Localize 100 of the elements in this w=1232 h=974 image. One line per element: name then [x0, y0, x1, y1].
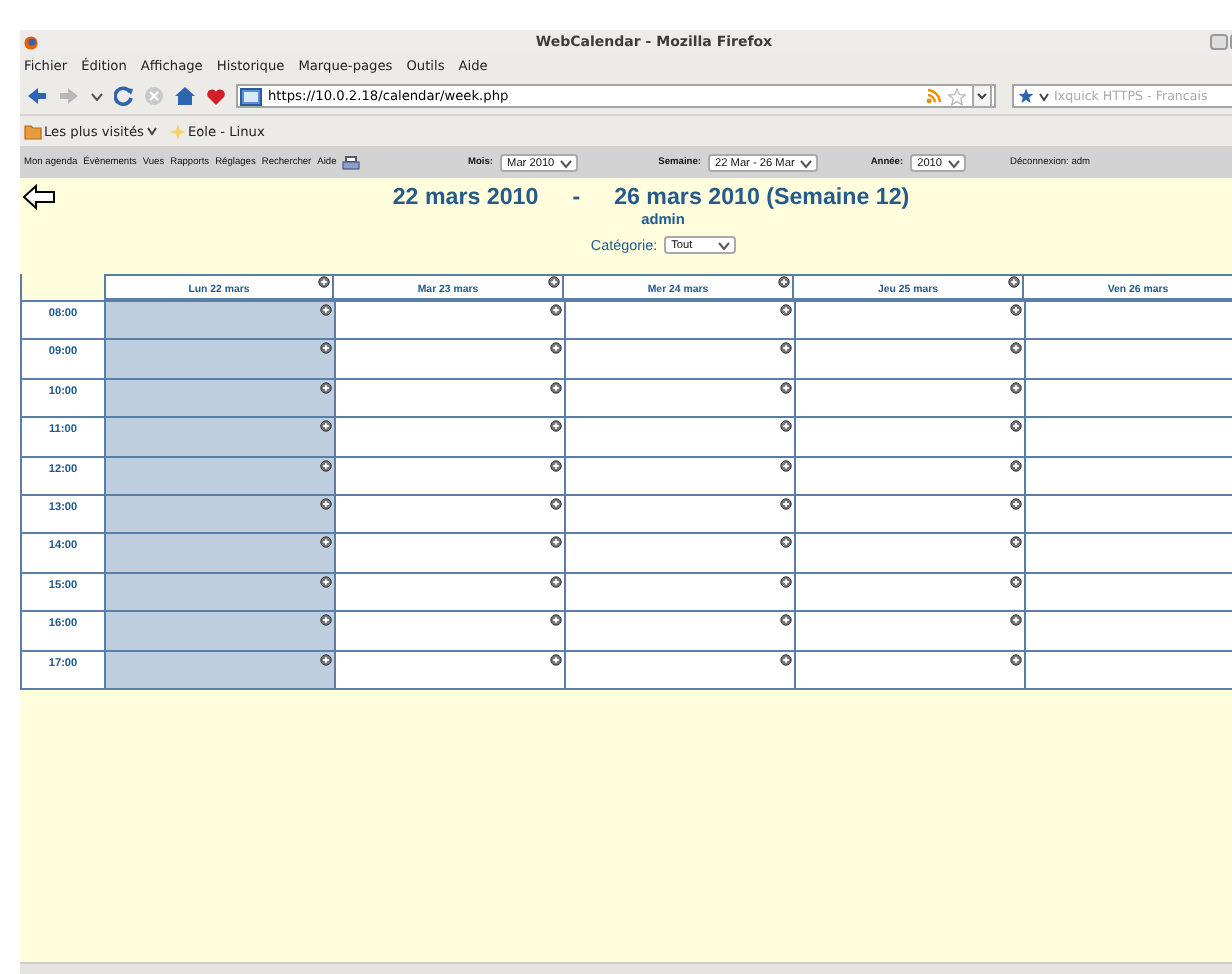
time-slot[interactable] [334, 338, 564, 378]
engine-star-icon [1018, 88, 1034, 104]
add-event-icon[interactable] [1010, 497, 1022, 510]
time-slot[interactable] [564, 300, 794, 339]
printer-icon[interactable] [342, 156, 361, 170]
time-slot[interactable] [564, 493, 794, 533]
time-slot[interactable] [1024, 455, 1232, 494]
add-event-icon[interactable] [320, 536, 332, 549]
time-slot[interactable] [1024, 532, 1232, 572]
add-event-icon[interactable] [1010, 536, 1022, 549]
dropdown-caret-icon [1038, 91, 1050, 101]
add-event-icon[interactable] [780, 342, 792, 355]
time-slot[interactable] [334, 416, 564, 456]
add-event-icon[interactable] [318, 276, 330, 288]
add-event-icon[interactable] [1010, 304, 1022, 316]
add-event-icon[interactable] [1010, 614, 1022, 627]
add-event-icon[interactable] [320, 614, 332, 627]
add-event-icon[interactable] [550, 342, 562, 355]
time-slot[interactable] [334, 377, 564, 417]
add-event-icon[interactable] [548, 276, 560, 288]
time-slot[interactable] [564, 532, 794, 572]
add-event-icon[interactable] [550, 381, 562, 394]
time-slot[interactable] [1024, 377, 1232, 417]
home-icon[interactable] [174, 86, 196, 106]
time-slot[interactable] [794, 571, 1024, 611]
add-event-icon[interactable] [780, 459, 792, 472]
time-slot[interactable] [794, 493, 1024, 533]
time-slot[interactable] [564, 649, 794, 688]
dropdown-caret-icon [972, 84, 992, 108]
time-slot[interactable] [564, 610, 794, 650]
back-arrow-icon[interactable] [26, 86, 48, 106]
previous-week-arrow-icon[interactable] [22, 184, 56, 210]
add-event-icon[interactable] [320, 381, 332, 394]
add-event-icon[interactable] [550, 536, 562, 549]
add-event-icon[interactable] [320, 304, 332, 316]
add-event-icon[interactable] [320, 653, 332, 666]
add-event-icon[interactable] [1010, 381, 1022, 394]
add-event-icon[interactable] [550, 304, 562, 316]
time-slot[interactable] [1024, 338, 1232, 378]
time-slot[interactable] [794, 610, 1024, 650]
time-slot[interactable] [334, 571, 564, 611]
reload-icon[interactable] [114, 86, 134, 106]
add-event-icon[interactable] [780, 575, 792, 588]
add-event-icon[interactable] [550, 420, 562, 433]
time-slot[interactable] [794, 649, 1024, 688]
add-event-icon[interactable] [1010, 459, 1022, 472]
time-slot[interactable] [794, 416, 1024, 456]
time-slot[interactable] [1024, 300, 1232, 339]
time-slot[interactable] [794, 455, 1024, 494]
time-slot[interactable] [1024, 571, 1232, 611]
time-slot[interactable] [564, 571, 794, 611]
week-end-date: 26 mars 2010 (Semaine 12) [614, 184, 910, 210]
time-slot[interactable] [334, 610, 564, 650]
add-event-icon[interactable] [550, 614, 562, 627]
add-event-icon[interactable] [550, 575, 562, 588]
time-slot[interactable] [564, 416, 794, 456]
add-event-icon[interactable] [1008, 276, 1020, 288]
add-event-icon[interactable] [320, 342, 332, 355]
add-event-icon[interactable] [1010, 575, 1022, 588]
add-event-icon[interactable] [780, 420, 792, 433]
add-event-icon[interactable] [1010, 653, 1022, 666]
add-event-icon[interactable] [550, 459, 562, 472]
week-start-date: 22 mars 2010 [392, 184, 539, 210]
add-event-icon[interactable] [320, 420, 332, 433]
dropdown-caret-icon [145, 126, 158, 136]
time-slot[interactable] [794, 300, 1024, 339]
time-slot[interactable] [564, 377, 794, 417]
add-event-icon[interactable] [320, 459, 332, 472]
caret-icon [715, 237, 732, 253]
add-event-icon[interactable] [1010, 342, 1022, 355]
add-event-icon[interactable] [780, 536, 792, 549]
add-event-icon[interactable] [780, 614, 792, 627]
add-event-icon[interactable] [780, 381, 792, 394]
time-slot[interactable] [794, 532, 1024, 572]
time-slot[interactable] [334, 300, 564, 339]
time-slot[interactable] [564, 455, 794, 494]
time-slot[interactable] [794, 377, 1024, 417]
add-event-icon[interactable] [780, 304, 792, 316]
add-event-icon[interactable] [780, 653, 792, 666]
add-event-icon[interactable] [550, 653, 562, 666]
add-event-icon[interactable] [320, 575, 332, 588]
time-slot[interactable] [334, 493, 564, 533]
time-slot[interactable] [334, 649, 564, 688]
add-event-icon[interactable] [1010, 420, 1022, 433]
time-slot[interactable] [334, 532, 564, 572]
time-slot[interactable] [1024, 416, 1232, 456]
add-event-icon[interactable] [780, 497, 792, 510]
add-event-icon[interactable] [778, 276, 790, 288]
add-event-icon[interactable] [550, 497, 562, 510]
heart-icon[interactable] [206, 87, 226, 105]
dropdown-caret-icon[interactable] [90, 91, 104, 101]
feed-icon [926, 88, 942, 104]
time-slot[interactable] [794, 338, 1024, 378]
time-slot[interactable] [334, 455, 564, 494]
time-slot[interactable] [564, 338, 794, 378]
time-slot[interactable] [1024, 493, 1232, 533]
add-event-icon[interactable] [320, 497, 332, 510]
minimize-button[interactable] [1210, 34, 1228, 50]
time-slot[interactable] [1024, 649, 1232, 688]
time-slot[interactable] [1024, 610, 1232, 650]
